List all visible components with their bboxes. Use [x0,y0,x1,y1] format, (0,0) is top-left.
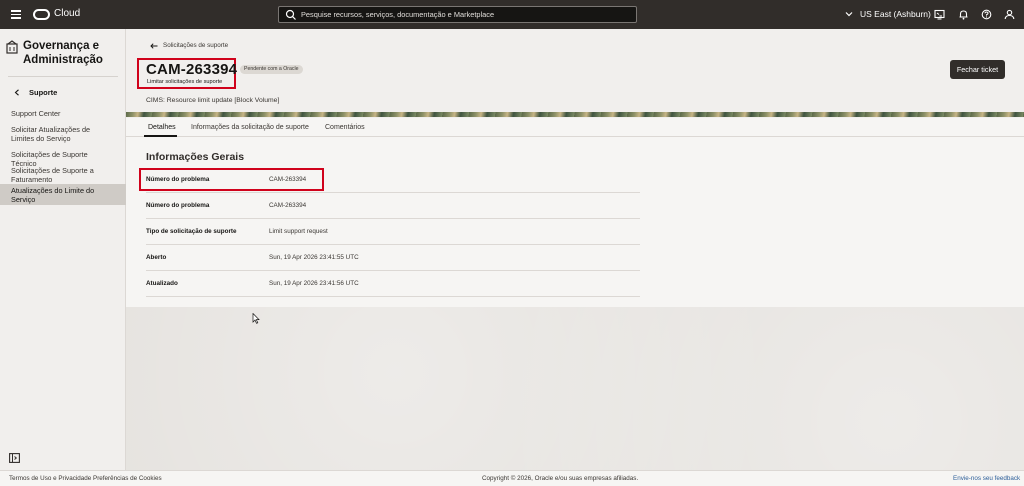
row-label: Aberto [146,254,167,261]
sidebar-item-limit-updates[interactable]: Atualizações do Limite do Serviço [0,184,126,205]
row-label: Tipo de solicitação de suporte [146,228,237,235]
region-label: US East (Ashburn) [860,9,931,19]
page-header: Solicitações de suporte CAM-263394 Limit… [126,29,1024,115]
sidebar: Governança e Administração Suporte Suppo… [0,29,126,470]
page-subtitle: Limitar solicitações de suporte [147,79,223,85]
footer: Termos de Uso e Privacidade Preferências… [0,470,1024,486]
arrow-left-icon [150,42,158,49]
background-texture [126,307,1024,470]
mouse-cursor-icon [252,313,260,324]
tab-comments[interactable]: Comentários [325,124,365,131]
sidebar-title: Governança e Administração [23,40,103,66]
row-value: Limit support request [269,228,328,235]
main-content: Solicitações de suporte CAM-263394 Limit… [126,29,1024,470]
top-navigation-bar: Cloud Pesquise recursos, serviços, docum… [0,0,1024,29]
copyright-text: Copyright © 2026, Oracle e/ou suas empre… [482,475,639,482]
cloud-shell-icon[interactable] [934,9,945,20]
chevron-left-icon [14,89,19,96]
terms-link[interactable]: Termos de Uso e Privacidade [9,475,91,482]
cims-description: CIMS: Resource limit update [Block Volum… [146,97,280,104]
decorative-banner [126,112,1024,117]
page-title: CAM-263394 [146,61,238,78]
row-label: Atualizado [146,280,178,287]
search-icon [285,9,296,20]
notifications-bell-icon[interactable] [958,9,969,20]
sidebar-back-label: Suporte [29,88,58,97]
chevron-down-icon [845,12,853,17]
breadcrumb-label: Solicitações de suporte [163,42,229,49]
info-row: Número do problema CAM-263394 [146,193,640,219]
search-placeholder: Pesquise recursos, serviços, documentaçã… [301,10,495,19]
sidebar-item-billing-support[interactable]: Solicitações de Suporte a Faturamento [0,166,126,184]
close-ticket-button[interactable]: Fechar ticket [950,60,1005,79]
user-profile-icon[interactable] [1004,9,1015,20]
tab-details[interactable]: Detalhes [148,124,176,131]
hamburger-menu-icon[interactable] [11,10,21,19]
sidebar-item-support-center[interactable]: Support Center [0,109,126,118]
feedback-link[interactable]: Envie-nos seu feedback [953,475,1020,482]
sidebar-item-request-limit-updates[interactable]: Solicitar Atualizações de Limites do Ser… [0,125,126,143]
brand-label: Cloud [54,8,81,19]
info-row: Tipo de solicitação de suporte Limit sup… [146,219,640,245]
highlight-box-problem-number [139,168,324,191]
search-input[interactable]: Pesquise recursos, serviços, documentaçã… [278,6,637,23]
info-row: Aberto Sun, 19 Apr 2026 23:41:55 UTC [146,245,640,271]
cookie-preferences-link[interactable]: Preferências de Cookies [93,475,162,482]
oracle-logo[interactable] [33,9,50,20]
row-value: CAM-263394 [269,202,307,209]
breadcrumb[interactable]: Solicitações de suporte [150,42,228,49]
region-selector[interactable]: US East (Ashburn) [845,9,931,19]
status-badge: Pendente com a Oracle [240,65,303,74]
info-row: Atualizado Sun, 19 Apr 2026 23:41:56 UTC [146,271,640,297]
governance-icon [6,40,18,54]
collapse-sidebar-icon[interactable] [9,453,20,463]
row-value: Sun, 19 Apr 2026 23:41:55 UTC [269,254,359,261]
sidebar-back-link[interactable]: Suporte [14,88,57,97]
sidebar-divider [8,76,118,77]
tab-support-request-info[interactable]: Informações da solicitação de suporte [191,124,309,131]
row-label: Número do problema [146,202,210,209]
section-title: Informações Gerais [146,151,245,163]
row-value: Sun, 19 Apr 2026 23:41:56 UTC [269,280,359,287]
tab-bar: Detalhes Informações da solicitação de s… [126,118,1024,137]
general-info-panel: Informações Gerais Número do problema CA… [126,137,1024,307]
help-icon[interactable] [981,9,992,20]
